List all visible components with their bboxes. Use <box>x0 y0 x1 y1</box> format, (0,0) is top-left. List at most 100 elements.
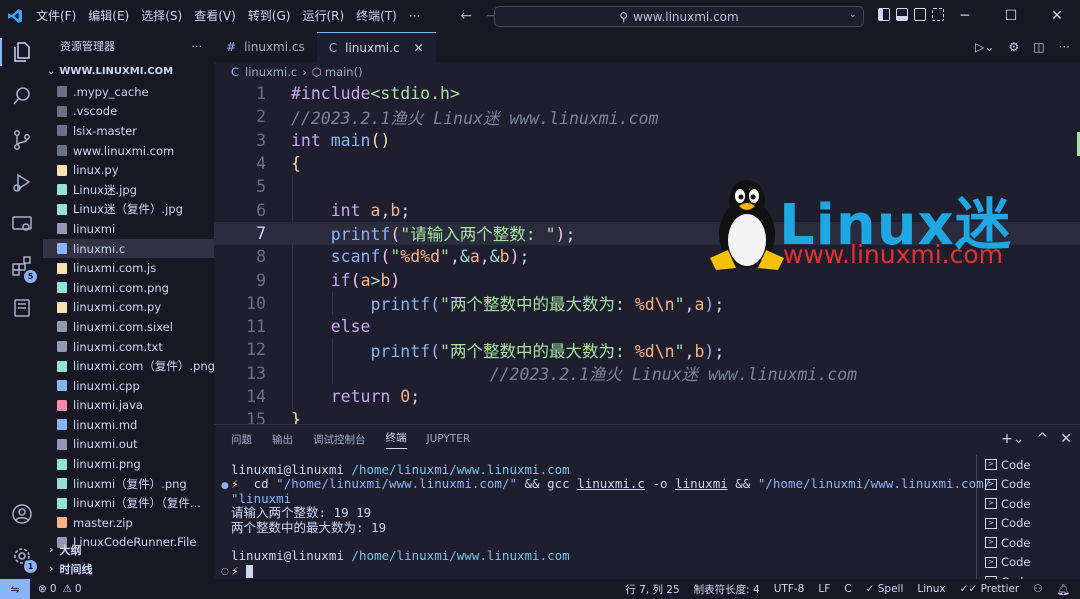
more-actions-icon[interactable]: ··· <box>1059 40 1070 54</box>
menu-terminal[interactable]: 终端(T) <box>350 0 403 32</box>
run-debug-icon[interactable] <box>0 162 43 202</box>
tab-linuxmi-c[interactable]: C linuxmi.c ✕ <box>316 32 436 62</box>
menu-file[interactable]: 文件(F) <box>30 0 82 32</box>
file-item[interactable]: linuxmi（复件）（复件... <box>43 493 214 513</box>
end-of-line[interactable]: LF <box>818 583 830 595</box>
file-item[interactable]: .vscode <box>43 102 214 122</box>
maximize-panel-icon[interactable]: ^ <box>1037 431 1049 447</box>
file-item[interactable]: linuxmi.com（复件）.png <box>43 356 214 376</box>
code-editor[interactable]: 1 #include<stdio.h> 2//2023.2.1渔火 Linux迷 … <box>214 82 1080 424</box>
account-icon[interactable] <box>0 494 43 534</box>
tab-debug-console[interactable]: 调试控制台 <box>313 432 366 447</box>
minimize-button[interactable]: ─ <box>942 0 988 32</box>
file-item[interactable]: linuxmi.com.js <box>43 258 214 278</box>
file-item[interactable]: linuxmi.java <box>43 396 214 416</box>
os-label[interactable]: Linux <box>917 583 945 595</box>
chevron-down-icon[interactable]: ⌄ <box>849 9 857 20</box>
settings-gear-icon[interactable]: ⚙ <box>1008 40 1019 54</box>
workspace-root[interactable]: ⌄ WWW.LINUXMI.COM <box>43 60 214 82</box>
file-item[interactable]: linuxmi.com.sixel <box>43 317 214 337</box>
toggle-secondary-sidebar-icon[interactable] <box>914 8 926 21</box>
terminal-instance[interactable]: > Code <box>977 455 1080 475</box>
more-actions-icon[interactable]: ··· <box>192 40 203 53</box>
language-mode[interactable]: C <box>844 583 851 595</box>
notifications-bell-icon[interactable]: 🔔︎ <box>1057 583 1070 596</box>
warnings-count[interactable]: 0 <box>75 583 82 595</box>
file-item[interactable]: linuxmi.com.py <box>43 298 214 318</box>
file-item[interactable]: linuxmi.com.txt <box>43 337 214 357</box>
menu-run[interactable]: 运行(R) <box>296 0 350 32</box>
notebook-icon[interactable] <box>0 288 43 328</box>
bottom-panel: 问题 输出 调试控制台 终端 JUPYTER +⌄ ^ ✕ linuxmi@li… <box>214 424 1080 580</box>
outline-section[interactable]: › 大纲 <box>43 540 214 559</box>
split-editor-icon[interactable]: ◫ <box>1033 40 1044 54</box>
line-number: 10 <box>246 293 266 313</box>
terminal-instance[interactable]: > Code <box>977 475 1080 495</box>
breadcrumb-symbol[interactable]: main() <box>325 65 363 79</box>
errors-count[interactable]: 0 <box>50 583 57 595</box>
file-item[interactable]: linuxmi（复件）.png <box>43 474 214 494</box>
terminal-instance[interactable]: > Code <box>977 533 1080 553</box>
cursor-position[interactable]: 行 7, 列 25 <box>625 582 679 597</box>
menu-more[interactable]: ··· <box>403 0 426 32</box>
file-item[interactable]: linux.py <box>43 160 214 180</box>
encoding[interactable]: UTF-8 <box>774 583 805 595</box>
close-window-button[interactable]: ✕ <box>1034 0 1080 32</box>
file-item[interactable]: linuxmi.cpp <box>43 376 214 396</box>
tab-problems[interactable]: 问题 <box>231 432 252 447</box>
menu-view[interactable]: 查看(V) <box>188 0 242 32</box>
remote-explorer-icon[interactable] <box>0 204 43 244</box>
spell-check[interactable]: ✓ Spell <box>866 583 904 595</box>
terminal-instances-list: >Code>Code>Code>Code>Code>Code>Code <box>976 455 1080 580</box>
breadcrumb-file[interactable]: linuxmi.c <box>245 65 297 79</box>
back-arrow-icon[interactable]: ← <box>460 8 472 24</box>
close-tab-icon[interactable]: ✕ <box>414 41 424 55</box>
file-item[interactable]: linuxmi <box>43 219 214 239</box>
file-item[interactable]: www.linuxmi.com <box>43 141 214 161</box>
terminal-line: "linuxmi <box>231 490 292 506</box>
tab-linuxmi-cs[interactable]: # linuxmi.cs <box>214 32 317 62</box>
file-item[interactable]: master.zip <box>43 513 214 533</box>
search-sidebar-icon[interactable] <box>0 76 43 116</box>
errors-icon[interactable]: ⊗ <box>38 583 47 595</box>
toggle-primary-sidebar-icon[interactable] <box>878 8 890 21</box>
terminal-instance[interactable]: > Code <box>977 494 1080 514</box>
file-item[interactable]: linuxmi.com.png <box>43 278 214 298</box>
timeline-section[interactable]: › 时间线 <box>43 559 214 578</box>
explorer-icon[interactable] <box>0 32 43 72</box>
file-item[interactable]: linuxmi.png <box>43 454 214 474</box>
toggle-panel-icon[interactable] <box>896 8 908 21</box>
file-item[interactable]: Linux迷.jpg <box>43 180 214 200</box>
close-panel-icon[interactable]: ✕ <box>1060 431 1072 447</box>
tab-output[interactable]: 输出 <box>272 432 293 447</box>
maximize-button[interactable]: ☐ <box>988 0 1034 32</box>
menu-selection[interactable]: 选择(S) <box>135 0 188 32</box>
accounts-icon[interactable]: ⚇ <box>1033 583 1042 595</box>
file-label: Linux迷（复件）.jpg <box>73 202 183 217</box>
tab-terminal[interactable]: 终端 <box>385 430 407 449</box>
warnings-icon[interactable]: ⚠ <box>63 583 72 595</box>
terminal-instance[interactable]: > Code <box>977 553 1080 573</box>
file-item[interactable]: linuxmi.c <box>43 238 214 259</box>
file-item[interactable]: lsix-master <box>43 121 214 141</box>
watermark-url: www.linuxmi.com <box>783 240 1004 269</box>
source-control-icon[interactable] <box>0 120 43 160</box>
file-item[interactable]: .mypy_cache <box>43 82 214 102</box>
file-item[interactable]: Linux迷（复件）.jpg <box>43 200 214 220</box>
new-terminal-plus-icon[interactable]: +⌄ <box>1001 431 1024 447</box>
editor-scrollbar[interactable] <box>1072 82 1080 424</box>
settings-gear-icon[interactable]: 1 <box>0 536 43 576</box>
extensions-icon[interactable]: 5 <box>0 246 43 286</box>
indentation[interactable]: 制表符长度: 4 <box>694 582 760 597</box>
terminal-instance[interactable]: > Code <box>977 514 1080 534</box>
command-center-search[interactable]: ⚲ www.linuxmi.com ⌄ <box>494 6 864 27</box>
file-item[interactable]: linuxmi.md <box>43 415 214 435</box>
tab-jupyter[interactable]: JUPYTER <box>427 433 471 445</box>
terminal-output[interactable]: linuxmi@linuxmi /home/linuxmi/www.linuxm… <box>231 462 991 578</box>
run-code-icon[interactable]: ▷⌄ <box>975 40 994 54</box>
menu-go[interactable]: 转到(G) <box>242 0 297 32</box>
prettier-status[interactable]: ✓✓ Prettier <box>960 583 1020 595</box>
remote-indicator-icon[interactable]: ⇋ <box>0 579 30 599</box>
file-item[interactable]: linuxmi.out <box>43 435 214 455</box>
menu-edit[interactable]: 编辑(E) <box>82 0 135 32</box>
